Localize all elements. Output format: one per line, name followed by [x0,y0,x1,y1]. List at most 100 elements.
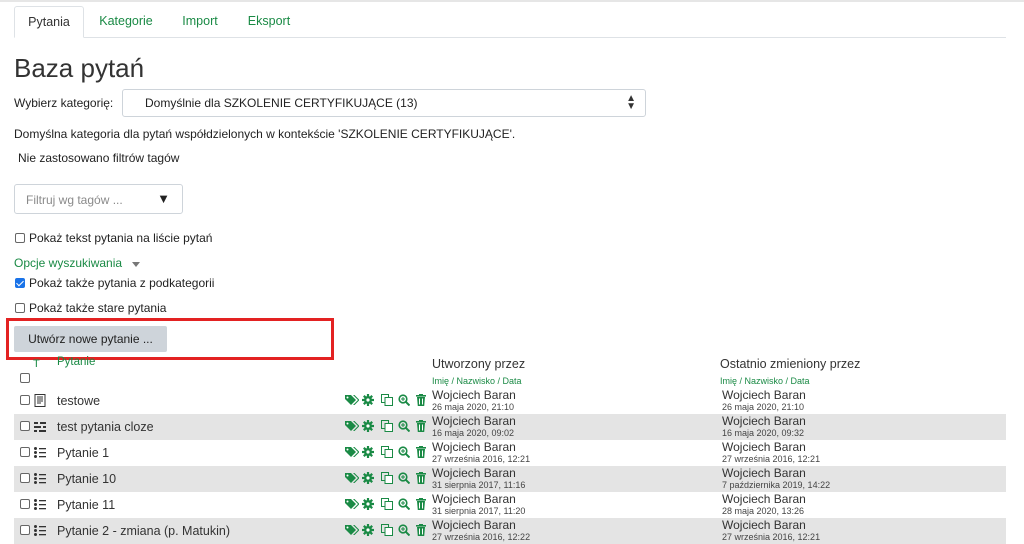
preview-zoom-icon[interactable] [398,446,411,459]
created-by-name: Wojciech Baran [432,466,516,480]
created-date: 27 września 2016, 12:21 [432,454,531,464]
question-name: test pytania cloze [57,420,154,434]
gear-icon[interactable] [362,498,374,510]
row-actions [345,420,427,434]
tag-filter-placeholder: Filtruj wg tagów ... [26,193,123,207]
tag-icon[interactable] [345,420,360,432]
tab-import[interactable]: Import [172,6,228,36]
dropdown-triangle-icon[interactable]: ▼ [157,191,170,206]
created-sort-links[interactable]: Imię / Nazwisko / Data [432,376,522,386]
tab-bar: Pytania Kategorie Import Eksport [14,6,1006,38]
created-by-name: Wojciech Baran [432,518,516,532]
modified-date: 16 maja 2020, 09:32 [722,428,805,438]
tab-export[interactable]: Eksport [238,6,300,36]
copy-icon[interactable] [381,472,393,484]
subcategories-label: Pokaż także pytania z podkategorii [29,276,215,290]
preview-zoom-icon[interactable] [398,472,411,485]
search-options-link[interactable]: Opcje wyszukiwania [14,256,122,270]
column-question-header[interactable]: Pytanie [57,356,95,368]
column-type-header[interactable]: T [33,358,40,370]
essay-question-type-icon [34,394,46,407]
modified-date: 26 maja 2020, 21:10 [722,402,805,412]
created-date: 31 sierpnia 2017, 11:16 [432,480,526,490]
top-border [0,0,1024,2]
row-actions [345,394,427,408]
created-date: 27 września 2016, 12:22 [432,532,531,542]
question-name: testowe [57,394,101,408]
copy-icon[interactable] [381,446,393,458]
question-name: Pytanie 11 [57,498,116,512]
gear-icon[interactable] [362,446,374,458]
category-select[interactable]: Domyślnie dla SZKOLENIE CERTYFIKUJĄCE (1… [122,89,646,117]
table-row: Pytanie 11 Wojciech Baran 31 sierpnia 2017… [14,492,1006,518]
gear-icon[interactable] [362,394,374,406]
copy-icon[interactable] [381,394,393,406]
tab-questions[interactable]: Pytania [14,6,84,38]
multichoice-question-type-icon [34,472,46,485]
modified-by-name: Wojciech Baran [722,414,806,428]
multichoice-question-type-icon [34,446,46,459]
preview-zoom-icon[interactable] [398,498,411,511]
row-checkbox[interactable] [20,525,30,535]
select-all-checkbox[interactable] [20,373,30,383]
row-checkbox[interactable] [20,447,30,457]
show-text-checkbox[interactable] [15,233,25,243]
trash-icon[interactable] [415,472,427,484]
subcategories-checkbox[interactable] [15,278,25,288]
preview-zoom-icon[interactable] [398,394,411,407]
table-row: Pytanie 10 Wojciech Baran 31 sierpnia 2017… [14,466,1006,492]
trash-icon[interactable] [415,498,427,510]
question-name: Pytanie 10 [57,472,117,486]
tag-icon[interactable] [345,446,360,458]
tag-icon[interactable] [345,472,360,484]
modified-date: 27 września 2016, 12:21 [722,454,821,464]
row-checkbox[interactable] [20,473,30,483]
tag-icon[interactable] [345,394,360,406]
cloze-question-type-icon [34,420,46,433]
select-arrows-icon: ▲ ▼ [626,93,636,112]
table-row: Pytanie 2 - zmiana (p. Matukin) Wojciech … [14,518,1006,544]
copy-icon[interactable] [381,420,393,432]
preview-zoom-icon[interactable] [398,420,411,433]
question-name: Pytanie 1 [57,446,110,460]
tag-icon[interactable] [345,498,360,510]
gear-icon[interactable] [362,420,374,432]
trash-icon[interactable] [415,420,427,432]
modified-sort-links[interactable]: Imię / Nazwisko / Data [720,376,810,386]
question-name: Pytanie 2 - zmiana (p. Matukin) [57,524,230,538]
old-questions-checkbox[interactable] [15,303,25,313]
modified-by-name: Wojciech Baran [722,466,806,480]
created-date: 16 maja 2020, 09:02 [432,428,515,438]
modified-by-name: Wojciech Baran [722,492,806,506]
table-row: testowe Wojciech Baran 26 maja 2020, 21:10… [14,388,1006,414]
preview-zoom-icon[interactable] [398,524,411,537]
column-modified-header: Ostatnio zmieniony przez [720,357,861,371]
trash-icon[interactable] [415,524,427,536]
created-by-name: Wojciech Baran [432,492,516,506]
row-checkbox[interactable] [20,499,30,509]
collapse-caret-icon[interactable] [132,262,140,267]
gear-icon[interactable] [362,472,374,484]
table-row: test pytania cloze Wojciech Baran 16 maja … [14,414,1006,440]
column-created-header: Utworzony przez [432,357,526,371]
tag-icon[interactable] [345,524,360,536]
category-label: Wybierz kategorię: [14,96,114,110]
tag-filter-input[interactable]: Filtruj wg tagów ... ▼ [14,184,183,214]
created-date: 26 maja 2020, 21:10 [432,402,515,412]
row-checkbox[interactable] [20,395,30,405]
modified-by-name: Wojciech Baran [722,388,806,402]
copy-icon[interactable] [381,498,393,510]
modified-date: 7 października 2019, 14:22 [722,480,831,490]
trash-icon[interactable] [415,446,427,458]
highlight-box [6,318,334,360]
modified-by-name: Wojciech Baran [722,518,806,532]
row-actions [345,524,427,538]
created-date: 31 sierpnia 2017, 11:20 [432,506,526,516]
table-row: Pytanie 1 Wojciech Baran 27 września 2016,… [14,440,1006,466]
tab-categories[interactable]: Kategorie [88,6,164,36]
gear-icon[interactable] [362,524,374,536]
trash-icon[interactable] [415,394,427,406]
row-checkbox[interactable] [20,421,30,431]
copy-icon[interactable] [381,524,393,536]
created-by-name: Wojciech Baran [432,388,516,402]
